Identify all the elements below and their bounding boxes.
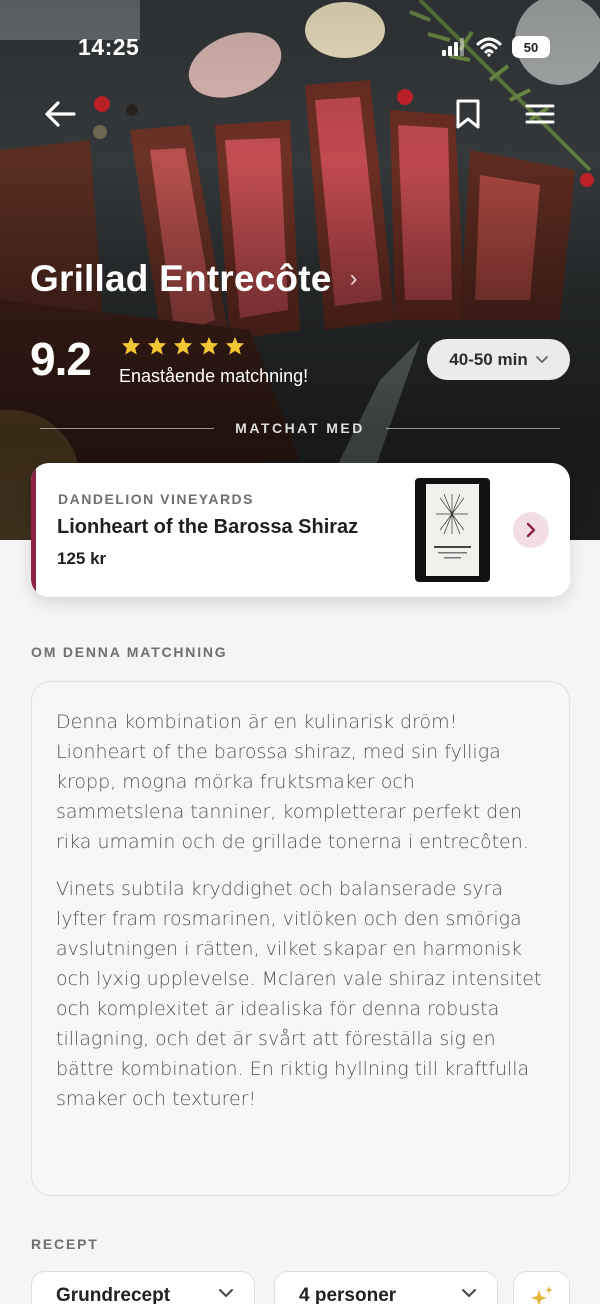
wine-name: Lionheart of the Barossa Shiraz (57, 516, 359, 538)
sparkle-icon (531, 1286, 553, 1304)
wifi-icon (476, 37, 502, 57)
about-heading: OM DENNA MATCHNING (31, 644, 228, 660)
hamburger-menu-icon (525, 104, 555, 124)
bookmark-button[interactable] (448, 94, 488, 134)
rating-stars (121, 336, 245, 355)
star-icon (147, 336, 167, 355)
status-bar: 14:25 50 (0, 30, 600, 70)
chevron-down-icon (219, 1289, 233, 1298)
recipe-variant-dropdown[interactable]: Grundrecept (31, 1271, 255, 1304)
star-icon (121, 336, 141, 355)
wine-bottle-image (415, 478, 490, 582)
about-paragraph: Vinets subtila kryddighet och balanserad… (56, 878, 542, 1110)
divider-label: MATCHAT MED (235, 420, 365, 436)
dish-title-link[interactable]: Grillad Entrecôte › (30, 258, 358, 300)
star-icon (225, 336, 245, 355)
wine-card[interactable]: DANDELION VINEYARDS Lionheart of the Bar… (31, 463, 570, 597)
back-button[interactable] (40, 94, 80, 134)
wine-details-button[interactable] (513, 512, 549, 548)
star-icon (199, 336, 219, 355)
chevron-down-icon (535, 355, 548, 363)
battery-indicator: 50 (512, 36, 550, 58)
servings-value: 4 personer (299, 1285, 397, 1304)
recipe-controls: Grundrecept 4 personer (31, 1271, 600, 1304)
menu-button[interactable] (520, 94, 560, 134)
ai-adjust-button[interactable] (513, 1271, 570, 1304)
wine-color-accent (31, 463, 36, 597)
star-icon (173, 336, 193, 355)
chevron-right-icon: › (349, 265, 358, 292)
cooking-time-dropdown[interactable]: 40-50 min (427, 339, 570, 380)
wine-price: 125 kr (57, 549, 107, 568)
match-label: Enastående matchning! (119, 366, 309, 386)
about-description-box: Denna kombination är en kulinarisk dröm!… (31, 681, 570, 1196)
matched-with-divider: MATCHAT MED (0, 420, 600, 438)
cooking-time-value: 40-50 min (449, 349, 528, 369)
status-icons: 50 (442, 36, 550, 58)
wine-producer: DANDELION VINEYARDS (58, 491, 255, 507)
chevron-down-icon (462, 1289, 476, 1298)
servings-dropdown[interactable]: 4 personer (274, 1271, 498, 1304)
match-score: 9.2 (30, 333, 92, 385)
about-paragraph: Denna kombination är en kulinarisk dröm!… (56, 711, 529, 853)
dish-title: Grillad Entrecôte (30, 258, 332, 299)
recipe-variant-value: Grundrecept (56, 1285, 171, 1304)
status-time: 14:25 (78, 34, 140, 60)
chevron-right-icon (526, 522, 536, 538)
cellular-signal-icon (442, 38, 464, 56)
bookmark-icon (456, 99, 480, 129)
arrow-left-icon (45, 101, 76, 127)
recipe-heading: RECEPT (31, 1236, 99, 1252)
